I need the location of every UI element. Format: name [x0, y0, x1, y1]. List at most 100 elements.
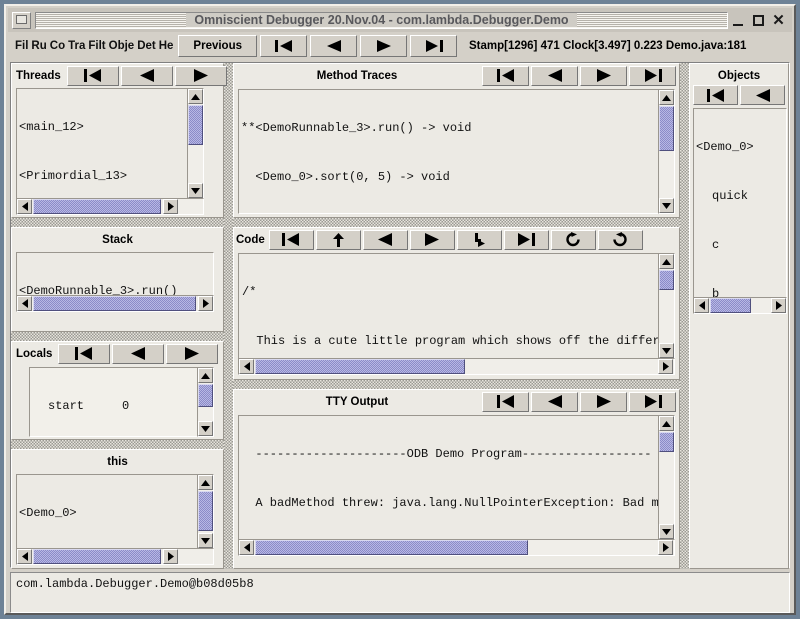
threads-forward-button[interactable] — [174, 65, 227, 86]
splitter-left-center[interactable] — [224, 63, 233, 569]
list-item[interactable]: quick — [694, 186, 786, 207]
locals-list[interactable]: start0 end5 i4 j3 — [29, 367, 214, 437]
list-item[interactable]: ---------------------ODB Demo Program---… — [239, 444, 674, 465]
splitter-locals-this[interactable] — [11, 440, 224, 449]
scroll-right-button[interactable] — [198, 296, 213, 311]
scroll-thumb[interactable] — [33, 296, 196, 311]
scroll-thumb[interactable] — [659, 270, 674, 290]
splitter-center-right[interactable] — [680, 63, 689, 569]
menu-item-filter[interactable]: Filt — [87, 38, 106, 54]
code-first-button[interactable] — [268, 229, 314, 250]
previous-button[interactable]: Previous — [178, 35, 257, 57]
scroll-thumb[interactable] — [659, 432, 674, 452]
stack-list[interactable]: <DemoRunnable_3>.run() <Demo_0>.sort(0, … — [16, 252, 214, 296]
menu-item-help[interactable]: He — [158, 38, 175, 54]
scroll-left-button[interactable] — [694, 298, 709, 313]
list-item[interactable]: <Demo_0> — [694, 137, 786, 158]
scroll-thumb[interactable] — [255, 540, 528, 555]
threads-back-button[interactable] — [120, 65, 173, 86]
menu-item-file[interactable]: Fil — [14, 38, 29, 54]
code-hscrollbar[interactable] — [238, 358, 675, 375]
menu-item-run[interactable]: Ru — [30, 38, 47, 54]
scroll-up-button[interactable] — [198, 368, 213, 383]
code-step-in-button[interactable] — [456, 229, 502, 250]
tty-vscrollbar[interactable] — [658, 415, 675, 540]
scroll-down-button[interactable] — [198, 421, 213, 436]
locals-back-button[interactable] — [112, 343, 165, 364]
this-vscrollbar[interactable] — [197, 474, 214, 549]
this-list[interactable]: <Demo_0> quick<Demo_1 c'X' (88 b'=' (61 … — [16, 474, 214, 549]
scroll-down-button[interactable] — [659, 343, 674, 358]
toolbar-forward-button[interactable] — [360, 35, 407, 57]
scroll-up-button[interactable] — [659, 90, 674, 105]
list-item[interactable]: b — [694, 284, 786, 297]
scroll-down-button[interactable] — [188, 183, 203, 198]
splitter-stack-locals[interactable] — [11, 332, 224, 341]
scroll-right-button[interactable] — [658, 540, 673, 555]
scroll-left-button[interactable] — [17, 296, 32, 311]
locals-first-button[interactable] — [58, 343, 111, 364]
locals-forward-button[interactable] — [166, 343, 219, 364]
tty-back-button[interactable] — [531, 391, 578, 412]
toolbar-back-button[interactable] — [310, 35, 357, 57]
list-item[interactable]: <DemoRunnable_3>.run() — [17, 281, 213, 295]
close-button[interactable]: ✕ — [772, 13, 785, 28]
toolbar-first-button[interactable] — [260, 35, 307, 57]
scroll-thumb[interactable] — [33, 549, 161, 564]
menu-item-trace[interactable]: Tra — [67, 38, 86, 54]
scroll-thumb[interactable] — [198, 384, 213, 407]
maximize-button[interactable] — [752, 14, 765, 27]
threads-list[interactable]: <main_12> <Primordial_13> <main_1><Sorte… — [16, 88, 204, 199]
scroll-thumb[interactable] — [255, 359, 465, 374]
scroll-left-button[interactable] — [239, 359, 254, 374]
threads-hscrollbar[interactable] — [16, 198, 204, 215]
list-item[interactable]: **<DemoRunnable_3>.run() -> void — [239, 118, 674, 139]
window-menu-button[interactable] — [12, 11, 31, 29]
scroll-down-button[interactable] — [659, 198, 674, 213]
scroll-right-button[interactable] — [658, 359, 673, 374]
traces-last-button[interactable] — [629, 65, 676, 86]
scroll-right-button[interactable] — [163, 549, 178, 564]
menu-item-object[interactable]: Obje — [108, 38, 136, 54]
scroll-thumb[interactable] — [659, 106, 674, 151]
toolbar-last-button[interactable] — [410, 35, 457, 57]
traces-first-button[interactable] — [482, 65, 529, 86]
tty-last-button[interactable] — [629, 391, 676, 412]
scroll-right-button[interactable] — [163, 199, 178, 214]
scroll-thumb[interactable] — [33, 199, 161, 214]
threads-first-button[interactable] — [66, 65, 119, 86]
threads-vscrollbar[interactable] — [187, 88, 204, 199]
method-traces-list[interactable]: **<DemoRunnable_3>.run() -> void <Demo_0… — [238, 89, 675, 214]
menu-item-config[interactable]: Co — [49, 38, 66, 54]
this-hscrollbar[interactable] — [16, 548, 214, 565]
code-back-button[interactable] — [362, 229, 408, 250]
scroll-up-button[interactable] — [198, 475, 213, 490]
traces-back-button[interactable] — [531, 65, 578, 86]
code-redo-button[interactable] — [550, 229, 596, 250]
scroll-up-button[interactable] — [659, 254, 674, 269]
scroll-up-button[interactable] — [659, 416, 674, 431]
objects-list[interactable]: <Demo_0> quick c b array <Sorter_6> _wai… — [693, 108, 787, 298]
scroll-down-button[interactable] — [659, 524, 674, 539]
objects-hscrollbar[interactable] — [693, 297, 787, 314]
scroll-right-button[interactable] — [771, 298, 786, 313]
splitter-threads-stack[interactable] — [11, 218, 224, 227]
stack-hscrollbar[interactable] — [16, 295, 214, 312]
list-item[interactable]: <Demo_0> — [17, 503, 213, 524]
code-vscrollbar[interactable] — [658, 253, 675, 359]
splitter-traces-code[interactable] — [233, 218, 680, 227]
locals-vscrollbar[interactable] — [197, 367, 214, 437]
scroll-thumb[interactable] — [710, 298, 751, 313]
scroll-thumb[interactable] — [198, 491, 213, 531]
list-item[interactable]: <Primordial_13> — [17, 166, 203, 187]
tty-forward-button[interactable] — [580, 391, 627, 412]
tty-hscrollbar[interactable] — [238, 539, 675, 556]
scroll-up-button[interactable] — [188, 89, 203, 104]
menu-item-detail[interactable]: Det — [136, 38, 157, 54]
list-item[interactable]: start 0 — [30, 396, 213, 417]
code-forward-button[interactable] — [409, 229, 455, 250]
method-traces-vscrollbar[interactable] — [658, 89, 675, 214]
list-item[interactable]: A badMethod threw: java.lang.NullPointer… — [239, 493, 674, 514]
list-item[interactable]: <main_12> — [17, 117, 203, 138]
splitter-code-tty[interactable] — [233, 380, 680, 389]
